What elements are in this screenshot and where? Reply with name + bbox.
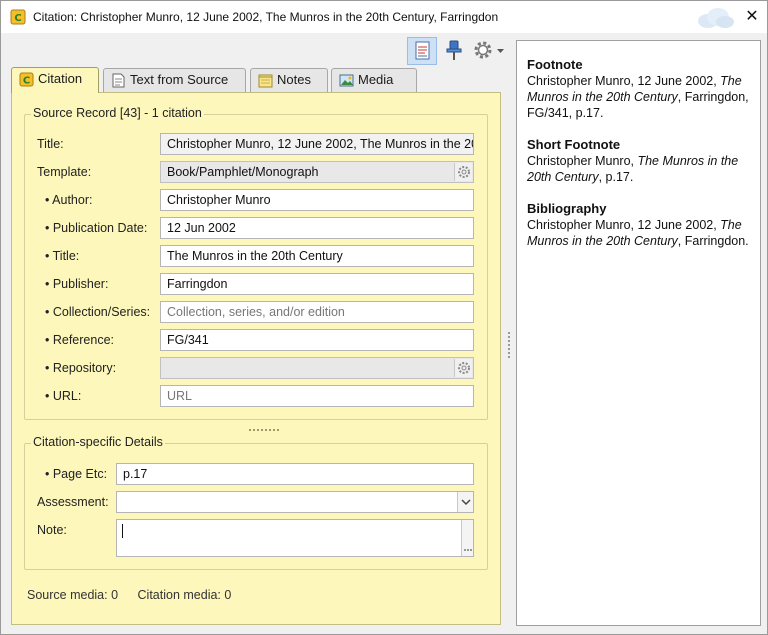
assessment-dropdown-button[interactable]: [457, 492, 473, 512]
vertical-splitter-grip-icon[interactable]: [506, 331, 512, 361]
window-title: Citation: Christopher Munro, 12 June 200…: [33, 10, 499, 24]
url-label: • URL:: [45, 389, 82, 403]
repository-field[interactable]: [160, 357, 474, 379]
repository-settings-button[interactable]: [454, 359, 472, 377]
publication-date-field[interactable]: 12 Jun 2002: [160, 217, 474, 239]
tab-media[interactable]: Media: [331, 68, 417, 92]
short-footnote-text: Christopher Munro, The Munros in the 20t…: [527, 153, 752, 185]
notes-icon: [258, 74, 273, 88]
url-placeholder: URL: [167, 389, 193, 403]
citation-preview-pane: Footnote Christopher Munro, 12 June 2002…: [516, 40, 761, 626]
assessment-label: Assessment:: [37, 495, 109, 509]
bibliography-text-post: , Farringdon.: [677, 234, 749, 248]
page-etc-label: • Page Etc:: [45, 467, 108, 481]
gear-icon: [458, 362, 470, 374]
citation-app-icon: C: [10, 9, 26, 25]
pin-button[interactable]: [441, 37, 467, 65]
splitter-grip-icon[interactable]: [249, 428, 281, 432]
repository-label: • Repository:: [45, 361, 117, 375]
template-label: Template:: [37, 165, 92, 179]
template-value: Book/Pamphlet/Monograph: [167, 165, 319, 179]
title-label: Title:: [37, 137, 64, 151]
publisher-field[interactable]: Farringdon: [160, 273, 474, 295]
tab-notes-label: Notes: [277, 72, 311, 87]
svg-text:C: C: [14, 13, 21, 24]
footnote-heading: Footnote: [527, 57, 583, 72]
note-label: Note:: [37, 523, 67, 537]
title-bar: C Citation: Christopher Munro, 12 June 2…: [1, 1, 767, 33]
image-icon: [339, 74, 354, 87]
close-button[interactable]: ✕: [741, 7, 763, 27]
tab-notes[interactable]: Notes: [250, 68, 328, 92]
short-footnote-heading: Short Footnote: [527, 137, 621, 152]
template-field[interactable]: Book/Pamphlet/Monograph: [160, 161, 474, 183]
citation-window: C Citation: Christopher Munro, 12 June 2…: [0, 0, 768, 635]
media-status: Source media: 0 Citation media: 0: [27, 588, 247, 602]
author-field[interactable]: Christopher Munro: [160, 189, 474, 211]
reference-label: • Reference:: [45, 333, 114, 347]
publisher-label: • Publisher:: [45, 277, 109, 291]
settings-menu-button[interactable]: [471, 37, 507, 65]
book-title-label: • Title:: [45, 249, 80, 263]
tab-media-label: Media: [358, 72, 394, 87]
svg-text:C: C: [23, 76, 30, 87]
assessment-dropdown[interactable]: [116, 491, 474, 513]
author-label: • Author:: [45, 193, 93, 207]
tab-citation[interactable]: C Citation: [11, 67, 99, 93]
bibliography-text: Christopher Munro, 12 June 2002, The Mun…: [527, 217, 752, 249]
ellipsis-icon: [464, 549, 472, 551]
book-title-field[interactable]: The Munros in the 20th Century: [160, 245, 474, 267]
short-footnote-text-pre: Christopher Munro,: [527, 154, 638, 168]
collection-series-label: • Collection/Series:: [45, 305, 151, 319]
reference-field[interactable]: FG/341: [160, 329, 474, 351]
citation-sources-toggle-button[interactable]: [407, 37, 437, 65]
footnote-text-pre: Christopher Munro, 12 June 2002,: [527, 74, 721, 88]
source-media-count: Source media: 0: [27, 588, 119, 602]
note-expand-button[interactable]: [461, 520, 473, 556]
citation-panel: Source Record [43] - 1 citation Title: C…: [11, 92, 501, 625]
source-record-group-label: Source Record [43] - 1 citation: [31, 106, 204, 120]
chevron-down-icon: [461, 499, 471, 506]
tab-citation-label: Citation: [38, 71, 83, 86]
collection-series-field[interactable]: Collection, series, and/or edition: [160, 301, 474, 323]
bibliography-heading: Bibliography: [527, 201, 607, 216]
tab-text-from-source[interactable]: Text from Source: [103, 68, 246, 92]
cloud-icon[interactable]: [691, 5, 737, 31]
source-title-field[interactable]: Christopher Munro, 12 June 2002, The Mun…: [160, 133, 474, 155]
document-icon: [112, 73, 125, 88]
text-cursor: [122, 524, 123, 538]
page-etc-field[interactable]: p.17: [116, 463, 474, 485]
tab-text-from-source-label: Text from Source: [130, 72, 229, 87]
url-field[interactable]: URL: [160, 385, 474, 407]
collection-series-placeholder: Collection, series, and/or edition: [167, 305, 345, 319]
citation-media-count: Citation media: 0: [137, 588, 232, 602]
gear-icon: [458, 166, 470, 178]
note-field[interactable]: [116, 519, 474, 557]
gear-icon: [474, 41, 504, 59]
citation-details-group-label: Citation-specific Details: [31, 435, 165, 449]
citation-icon: C: [19, 72, 34, 87]
citation-document-icon: [415, 41, 430, 60]
pin-icon: [446, 40, 462, 60]
template-settings-button[interactable]: [454, 163, 472, 181]
bibliography-text-pre: Christopher Munro, 12 June 2002,: [527, 218, 721, 232]
publication-date-label: • Publication Date:: [45, 221, 148, 235]
short-footnote-text-post: , p.17.: [598, 170, 634, 184]
footnote-text: Christopher Munro, 12 June 2002, The Mun…: [527, 73, 752, 121]
